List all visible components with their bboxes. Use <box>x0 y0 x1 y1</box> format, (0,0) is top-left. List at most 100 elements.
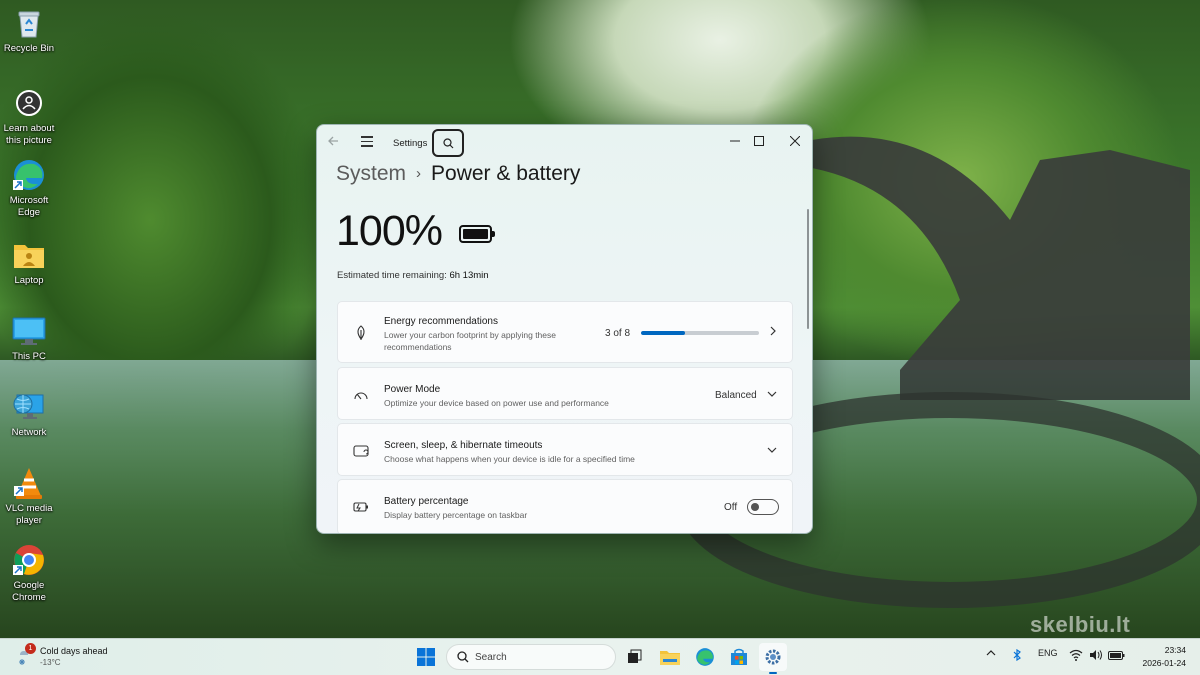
breadcrumb-chevron-icon: › <box>416 165 422 182</box>
gear-icon <box>765 649 781 665</box>
energy-recommendations-card[interactable]: Energy recommendations Lower your carbon… <box>337 301 793 363</box>
breadcrumb: System › Power & battery <box>336 162 580 186</box>
task-view-button[interactable] <box>620 643 648 671</box>
breadcrumb-system-link[interactable]: System <box>336 162 406 185</box>
chevron-up-icon[interactable] <box>986 649 996 659</box>
file-explorer-button[interactable] <box>656 643 684 671</box>
screen-sleep-icon <box>352 442 370 460</box>
taskbar-search-placeholder: Search <box>475 652 507 663</box>
desktop-icon-label: Google Chrome <box>12 580 46 603</box>
power-mode-card[interactable]: Power Mode Optimize your device based on… <box>337 367 793 420</box>
hamburger-menu-icon[interactable] <box>361 136 373 147</box>
windows-logo-icon <box>417 648 435 666</box>
desktop-icon-network[interactable]: Network <box>0 390 58 439</box>
battery-tray-icon[interactable] <box>1108 651 1125 662</box>
monitor-icon <box>12 314 46 348</box>
estimate-label: Estimated time remaining: <box>337 270 447 281</box>
card-title: Power Mode <box>384 384 441 395</box>
watermark-logo: skelbiu.lt <box>1030 612 1131 637</box>
settings-search-button[interactable] <box>432 129 464 157</box>
energy-progress-bar <box>641 331 759 335</box>
weather-alert-badge: 1 <box>25 643 36 654</box>
weather-temperature: -13°C <box>40 658 61 667</box>
start-button[interactable] <box>412 643 440 671</box>
desktop-icon-label: Learn about this picture <box>3 123 55 146</box>
maximize-button[interactable] <box>747 131 771 151</box>
card-title: Battery percentage <box>384 496 469 507</box>
battery-percentage-card: Battery percentage Display battery perce… <box>337 479 793 533</box>
desktop-icon-label: Laptop <box>14 275 44 286</box>
chevron-down-icon[interactable] <box>767 445 777 457</box>
close-icon <box>790 136 800 146</box>
desktop-icon-label: Recycle Bin <box>3 43 55 54</box>
card-subtitle: Choose what happens when your device is … <box>384 454 635 464</box>
settings-taskbar-button[interactable] <box>759 643 787 674</box>
folder-icon <box>660 651 680 665</box>
desktop-icon-edge[interactable]: Microsoft Edge <box>0 158 58 219</box>
search-icon <box>442 137 453 148</box>
toggle-state-label: Off <box>724 502 738 513</box>
window-scrollbar[interactable] <box>807 209 809 329</box>
chevron-right-icon <box>769 326 777 339</box>
desktop-icon-vlc[interactable]: VLC media player <box>0 466 58 527</box>
close-button[interactable] <box>783 131 807 151</box>
desktop-icon-chrome[interactable]: Google Chrome <box>0 543 58 604</box>
bluetooth-icon[interactable] <box>1012 648 1022 663</box>
clock-date: 2026-01-24 <box>1142 658 1186 668</box>
card-subtitle: Optimize your device based on power use … <box>384 398 609 408</box>
screen-sleep-timeouts-card[interactable]: Screen, sleep, & hibernate timeouts Choo… <box>337 423 793 476</box>
microsoft-store-button[interactable] <box>725 643 753 671</box>
chevron-down-icon[interactable] <box>767 389 777 401</box>
desktop-icon-this-pc[interactable]: This PC <box>0 314 58 363</box>
camera-icon <box>12 86 46 120</box>
desktop-icon-laptop[interactable]: Laptop <box>0 238 58 287</box>
taskbar-search-box[interactable]: Search <box>446 644 616 670</box>
window-title: Settings <box>393 138 428 149</box>
estimated-time-remaining: Estimated time remaining: 6h 13min <box>337 270 489 281</box>
battery-percentage-value: 100% <box>336 207 443 255</box>
battery-charging-icon <box>352 498 370 516</box>
desktop-icon-recycle-bin[interactable]: Recycle Bin <box>0 6 58 55</box>
taskbar-clock[interactable]: 23:34 2026-01-24 <box>1143 644 1186 670</box>
page-title: Power & battery <box>431 162 581 185</box>
weather-widget[interactable]: 1 Cold days ahead -13°C <box>16 643 126 671</box>
vlc-icon <box>12 466 46 500</box>
language-indicator[interactable]: ENG <box>1038 648 1058 658</box>
recycle-bin-icon <box>12 6 46 40</box>
wifi-icon[interactable] <box>1069 649 1083 663</box>
power-mode-dropdown-value[interactable]: Balanced <box>715 390 757 401</box>
minimize-icon <box>730 140 740 142</box>
settings-window: Settings System › Power & battery 100% Est… <box>316 124 813 534</box>
task-view-icon <box>628 649 642 663</box>
back-arrow-icon[interactable] <box>327 135 339 150</box>
store-icon <box>731 648 747 665</box>
leaf-icon <box>352 324 370 342</box>
power-mode-gauge-icon <box>352 386 370 404</box>
battery-icon <box>459 225 495 243</box>
edge-icon <box>696 648 714 666</box>
desktop-icon-label: Network <box>11 427 47 438</box>
desktop-icon-learn-about-picture[interactable]: Learn about this picture <box>0 86 58 147</box>
energy-progress-text: 3 of 8 <box>605 328 631 339</box>
network-icon <box>12 390 46 424</box>
card-title: Energy recommendations <box>384 316 498 327</box>
volume-icon[interactable] <box>1089 649 1103 663</box>
card-subtitle: Display battery percentage on taskbar <box>384 510 528 520</box>
estimate-value: 6h 13min <box>449 270 489 281</box>
battery-percentage-toggle[interactable] <box>747 499 779 515</box>
maximize-icon <box>754 136 764 146</box>
edge-taskbar-button[interactable] <box>691 643 719 671</box>
clock-time: 23:34 <box>1164 645 1186 655</box>
weather-title: Cold days ahead <box>40 646 108 656</box>
minimize-button[interactable] <box>723 131 747 151</box>
card-subtitle: Lower your carbon footprint by applying … <box>384 330 556 352</box>
window-titlebar[interactable]: Settings <box>317 125 812 159</box>
card-title: Screen, sleep, & hibernate timeouts <box>384 440 543 451</box>
desktop-icon-label: This PC <box>12 351 46 362</box>
user-folder-icon <box>12 238 46 272</box>
search-icon <box>457 651 469 663</box>
desktop-icon-label: Microsoft Edge <box>9 195 49 218</box>
taskbar: 1 Cold days ahead -13°C Search ENG 23:34 <box>0 638 1200 675</box>
edge-icon <box>12 158 46 192</box>
chrome-icon <box>12 543 46 577</box>
